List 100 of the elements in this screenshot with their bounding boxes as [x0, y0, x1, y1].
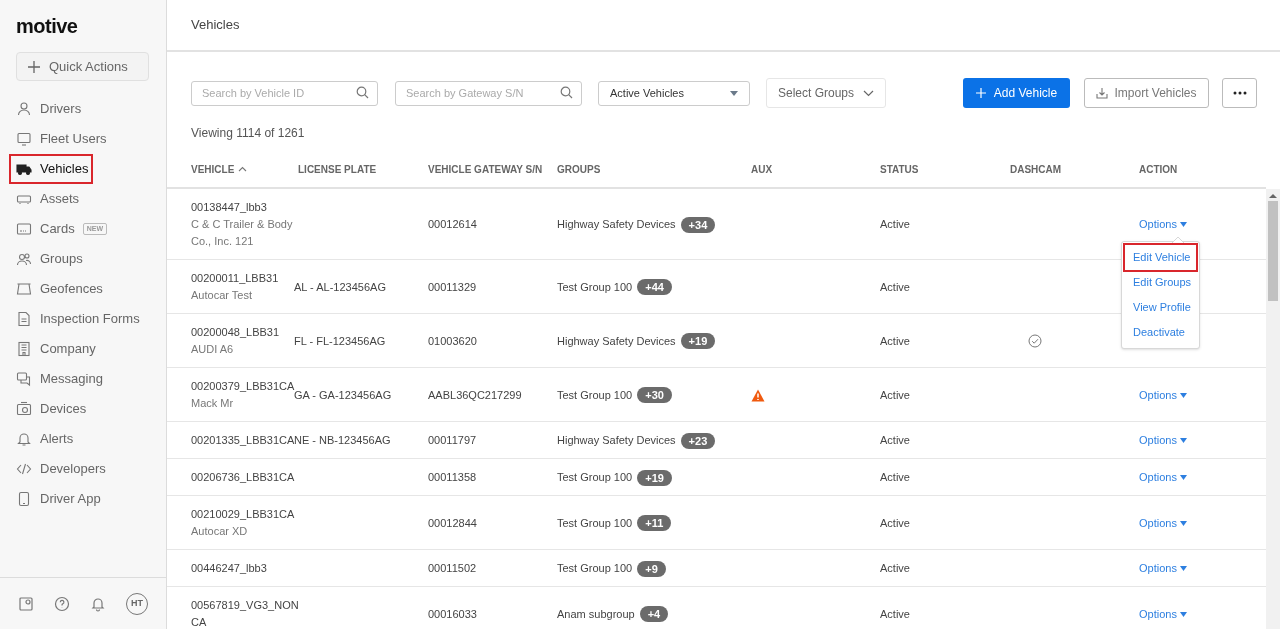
- sidebar-item[interactable]: Drivers: [10, 95, 86, 123]
- column-header: ACTION: [1139, 162, 1178, 177]
- quick-actions-button[interactable]: Quick Actions: [16, 52, 149, 81]
- sidebar-item[interactable]: Fleet Users: [10, 125, 111, 153]
- group-count-badge: +44: [637, 279, 672, 295]
- options-link[interactable]: Options: [1139, 432, 1187, 449]
- plus-icon: [975, 88, 986, 98]
- status-text: Active: [880, 470, 910, 485]
- options-link[interactable]: Options: [1139, 514, 1187, 532]
- sidebar-item[interactable]: Driver App: [10, 485, 105, 513]
- status-text: Active: [880, 433, 910, 448]
- add-vehicle-button[interactable]: Add Vehicle: [963, 78, 1070, 108]
- caret-down-icon: [1179, 520, 1187, 526]
- import-vehicles-button[interactable]: Import Vehicles: [1084, 78, 1209, 108]
- page-title: Vehicles: [191, 16, 240, 35]
- sort-up-icon[interactable]: [238, 166, 248, 172]
- column-header: STATUS: [880, 162, 919, 177]
- bell-icon[interactable]: [90, 595, 106, 612]
- more-button[interactable]: [1222, 78, 1257, 108]
- vehicle-id: 00200048_LBB31: [191, 325, 280, 340]
- gateway-serial: AABL36QC217299: [428, 387, 522, 403]
- license-plate: AL - AL-123456AG: [294, 279, 386, 295]
- column-header: DASHCAM: [1010, 162, 1062, 177]
- license-plate: FL - FL-123456AG: [294, 333, 386, 349]
- gateway-serial: 00016033: [428, 606, 477, 622]
- sidebar-item[interactable]: Messaging: [10, 365, 107, 393]
- chat-icon: [16, 371, 32, 387]
- plus-icon: [27, 59, 41, 74]
- options-link[interactable]: Options: [1139, 386, 1187, 404]
- group-name: Test Group 100: [557, 515, 633, 531]
- device-icon: [16, 401, 32, 417]
- options-link[interactable]: Options: [1139, 469, 1187, 486]
- more-icon: [1232, 91, 1247, 95]
- group-count-badge: +19: [637, 469, 672, 486]
- options-link[interactable]: Options: [1139, 605, 1187, 623]
- group-name: Highway Safety Devices: [557, 433, 676, 448]
- sidebar-item[interactable]: Devices: [10, 395, 91, 423]
- search-field[interactable]: Search by Vehicle ID: [191, 80, 378, 106]
- group-count-badge: +19: [680, 333, 716, 349]
- scrollbar[interactable]: [1266, 189, 1280, 629]
- geofence-icon: [16, 281, 32, 297]
- search-field[interactable]: Search by Gateway S/N: [395, 80, 582, 106]
- vehicle-description: AUDI A6: [191, 342, 234, 357]
- caret-down-icon: [1179, 392, 1187, 398]
- scrollbar-thumb[interactable]: [1268, 201, 1278, 301]
- column-header[interactable]: VEHICLE: [191, 161, 235, 177]
- group-name: Anam subgroup: [557, 606, 635, 622]
- monitor-icon: [16, 131, 32, 147]
- scroll-up-arrow-icon[interactable]: [1269, 193, 1277, 199]
- groups-dropdown[interactable]: Select Groups: [766, 78, 886, 108]
- sidebar-item[interactable]: Inspection Forms: [10, 305, 144, 333]
- vehicle-id: 00138447_lbb3: [191, 200, 267, 215]
- menu-item[interactable]: View Profile: [1125, 295, 1196, 320]
- status-text: Active: [880, 217, 910, 232]
- group-name: Test Group 100: [557, 387, 633, 403]
- menu-item[interactable]: Edit Groups: [1125, 270, 1196, 295]
- phone-icon: [16, 491, 32, 507]
- caret-down-icon: [1179, 611, 1187, 617]
- column-header: GROUPS: [557, 162, 601, 177]
- status-text: Active: [880, 606, 910, 622]
- results-count: Viewing 1114 of 1261: [191, 126, 305, 140]
- group-name: Test Group 100: [557, 470, 633, 485]
- caret-down-icon: [730, 90, 738, 96]
- logo: motive: [16, 14, 78, 39]
- sidebar-item[interactable]: Company: [10, 335, 100, 363]
- vehicle-id: 00206736_LBB31CA: [191, 470, 295, 485]
- status-dropdown[interactable]: Active Vehicles: [598, 80, 750, 106]
- group-count-badge: +30: [637, 387, 672, 403]
- vehicle-description: C & C Trailer & Body Co., Inc. 121: [191, 217, 294, 249]
- sidebar-item[interactable]: Alerts: [10, 425, 78, 453]
- vehicle-id: 00567819_VG3_NON CA: [191, 598, 299, 629]
- chevron-down-icon: [863, 89, 874, 97]
- gateway-serial: 00011329: [428, 279, 477, 295]
- sidebar-item[interactable]: Vehicles: [10, 155, 93, 183]
- menu-item[interactable]: Edit Vehicle: [1125, 245, 1196, 270]
- vehicle-description: Mack Mr: [191, 396, 234, 411]
- vehicle-id: 00200379_LBB31CA: [191, 379, 295, 394]
- license-plate: GA - GA-123456AG: [294, 388, 392, 403]
- help-icon[interactable]: [54, 595, 70, 612]
- caret-down-icon: [1179, 438, 1187, 443]
- vehicle-description: Autocar XD: [191, 524, 248, 539]
- sidebar-item[interactable]: Geofences: [10, 275, 107, 303]
- sidebar-item[interactable]: Groups: [10, 245, 87, 273]
- group-count-badge: +9: [637, 560, 666, 577]
- search-icon[interactable]: [560, 86, 573, 100]
- code-icon: [16, 461, 32, 477]
- sidebar-item[interactable]: Developers: [10, 455, 110, 483]
- search-icon[interactable]: [356, 86, 369, 100]
- options-link[interactable]: Options: [1139, 216, 1187, 233]
- gateway-serial: 00011797: [428, 433, 477, 448]
- menu-item[interactable]: Deactivate: [1125, 320, 1196, 345]
- options-link[interactable]: Options: [1139, 560, 1187, 577]
- group-name: Highway Safety Devices: [557, 333, 676, 349]
- sidebar-item[interactable]: Assets: [10, 185, 83, 213]
- map-pin-icon[interactable]: [18, 595, 34, 612]
- document-icon: [16, 311, 32, 327]
- license-plate: NE - NB-123456AG: [294, 433, 391, 448]
- column-header: VEHICLE GATEWAY S/N: [428, 162, 543, 177]
- vehicle-id: 00200011_LBB31: [191, 271, 279, 286]
- status-text: Active: [880, 279, 910, 295]
